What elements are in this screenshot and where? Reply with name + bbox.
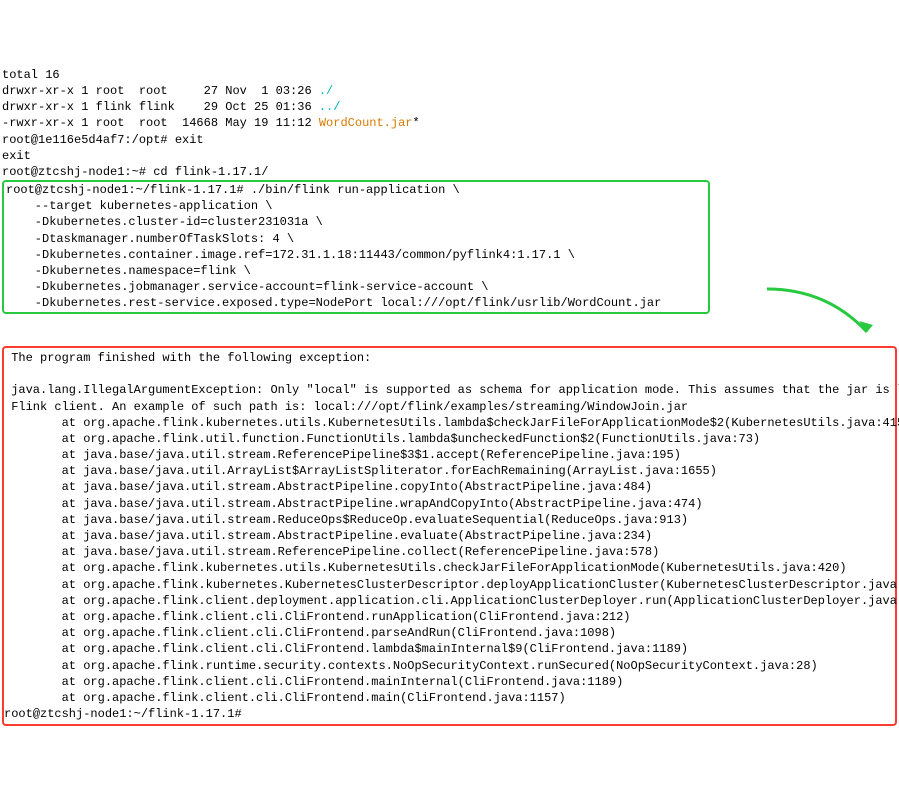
arrow-down-icon xyxy=(737,284,897,344)
cmd-line: -Dkubernetes.jobmanager.service-account=… xyxy=(6,280,488,294)
stack-line: at org.apache.flink.client.cli.CliFronte… xyxy=(4,642,688,656)
cmd-line: -Dtaskmanager.numberOfTaskSlots: 4 \ xyxy=(6,232,294,246)
stack-line: at org.apache.flink.runtime.security.con… xyxy=(4,659,818,673)
stack-line: at java.base/java.util.stream.AbstractPi… xyxy=(4,497,703,511)
command-box: root@ztcshj-node1:~/flink-1.17.1# ./bin/… xyxy=(2,180,710,314)
ls-row: drwxr-xr-x 1 flink flink 29 Oct 25 01:36 xyxy=(2,100,319,114)
stack-line: at java.base/java.util.stream.ReferenceP… xyxy=(4,448,681,462)
dir-name: ../ xyxy=(319,100,341,114)
stack-line: at org.apache.flink.client.cli.CliFronte… xyxy=(4,675,623,689)
stack-line: at java.base/java.util.stream.AbstractPi… xyxy=(4,529,652,543)
ls-row: -rwxr-xr-x 1 root root 14668 May 19 11:1… xyxy=(2,116,319,130)
stack-line: at org.apache.flink.client.cli.CliFronte… xyxy=(4,626,616,640)
exit-word: exit xyxy=(2,149,31,163)
stack-line: at java.base/java.util.stream.AbstractPi… xyxy=(4,480,652,494)
cmd-line: --target kubernetes-application \ xyxy=(6,199,272,213)
exception-box: The program finished with the following … xyxy=(2,346,897,726)
stack-line: at java.base/java.util.stream.ReferenceP… xyxy=(4,545,659,559)
cmd-line: -Dkubernetes.cluster-id=cluster231031a \ xyxy=(6,215,323,229)
prompt-exit: root@1e116e5d4af7:/opt# exit xyxy=(2,133,204,147)
err-msg: Flink client. An example of such path is… xyxy=(4,400,688,414)
stack-line: at java.base/java.util.stream.ReduceOps$… xyxy=(4,513,688,527)
cmd-line: -Dkubernetes.rest-service.exposed.type=N… xyxy=(6,296,661,310)
cmd-line: root@ztcshj-node1:~/flink-1.17.1# ./bin/… xyxy=(6,183,460,197)
prompt-cd: root@ztcshj-node1:~# cd flink-1.17.1/ xyxy=(2,165,268,179)
ls-total: total 16 xyxy=(2,68,60,82)
stack-line: at org.apache.flink.util.function.Functi… xyxy=(4,432,760,446)
stack-line: at java.base/java.util.ArrayList$ArrayLi… xyxy=(4,464,717,478)
stack-line: at org.apache.flink.kubernetes.utils.Kub… xyxy=(4,561,847,575)
dir-name: ./ xyxy=(319,84,333,98)
stack-line: at org.apache.flink.kubernetes.utils.Kub… xyxy=(4,416,899,430)
cmd-line: -Dkubernetes.container.image.ref=172.31.… xyxy=(6,248,575,262)
jar-file: WordCount.jar xyxy=(319,116,413,130)
cmd-line: -Dkubernetes.namespace=flink \ xyxy=(6,264,251,278)
stack-line: at org.apache.flink.kubernetes.Kubernete… xyxy=(4,578,899,592)
prompt-end: root@ztcshj-node1:~/flink-1.17.1# xyxy=(4,707,242,721)
ls-row: drwxr-xr-x 1 root root 27 Nov 1 03:26 xyxy=(2,84,319,98)
stack-line: at org.apache.flink.client.deployment.ap… xyxy=(4,594,899,608)
terminal-output: total 16 drwxr-xr-x 1 root root 27 Nov 1… xyxy=(2,67,897,727)
stack-line: at org.apache.flink.client.cli.CliFronte… xyxy=(4,691,566,705)
err-msg: java.lang.IllegalArgumentException: Only… xyxy=(4,383,899,397)
err-header: The program finished with the following … xyxy=(4,351,371,365)
stack-line: at org.apache.flink.client.cli.CliFronte… xyxy=(4,610,631,624)
ls-suffix: * xyxy=(412,116,419,130)
